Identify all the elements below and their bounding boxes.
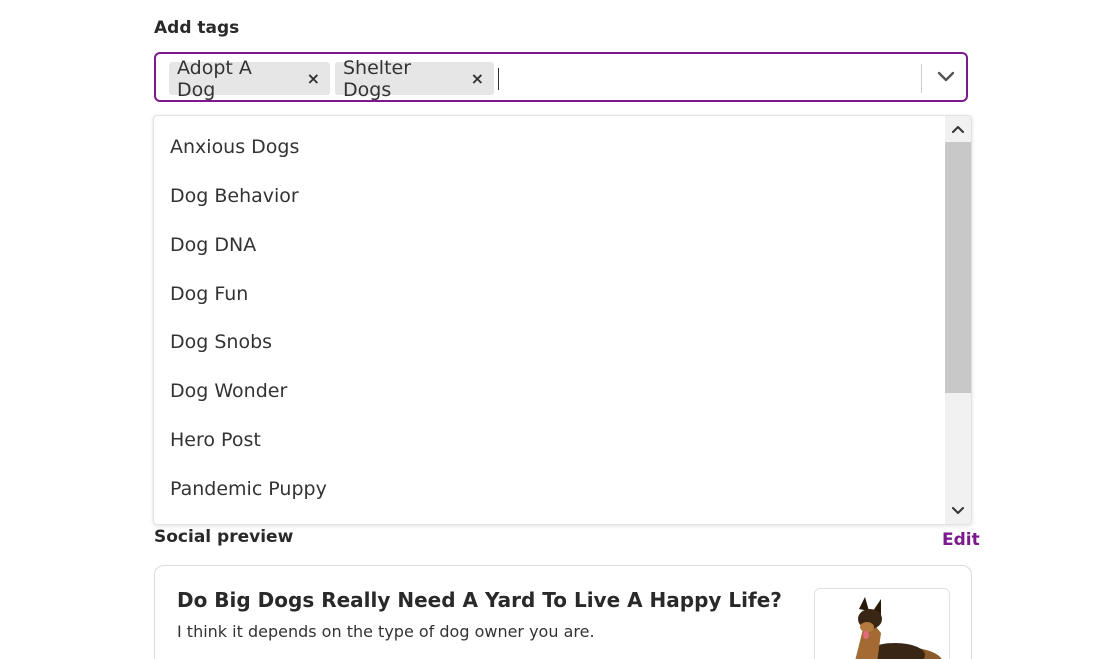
preview-description: I think it depends on the type of dog ow… (177, 622, 595, 641)
menu-option-pandemic-puppy[interactable]: Pandemic Puppy (170, 464, 940, 513)
tag-options-menu: Anxious Dogs Dog Behavior Dog DNA Dog Fu… (153, 115, 972, 525)
social-preview-label: Social preview (154, 527, 294, 547)
tag-chip-label: Adopt A Dog (177, 56, 252, 101)
remove-tag-icon[interactable]: × (453, 62, 494, 95)
dropdown-toggle-button[interactable] (926, 54, 966, 100)
text-caret (498, 68, 499, 90)
tag-editor-page: Add tags Adopt A Dog × Shelter Dogs × An… (0, 0, 1098, 659)
tag-chip-adopt-a-dog: Adopt A Dog × (169, 57, 330, 101)
edit-social-preview-link[interactable]: Edit (942, 530, 980, 550)
indicator-separator (921, 64, 922, 93)
social-preview-card: Do Big Dogs Really Need A Yard To Live A… (154, 565, 972, 659)
menu-option-dog-fun[interactable]: Dog Fun (170, 269, 940, 318)
preview-thumbnail (814, 588, 950, 659)
scrollbar-thumb[interactable] (945, 142, 971, 393)
menu-option-anxious-dogs[interactable]: Anxious Dogs (170, 122, 940, 171)
add-tags-label: Add tags (154, 18, 240, 38)
dog-image-icon (815, 589, 949, 659)
tag-chip-label: Shelter Dogs (343, 56, 412, 101)
chevron-down-icon (937, 71, 955, 82)
menu-option-dog-dna[interactable]: Dog DNA (170, 220, 940, 269)
menu-option-dog-wonder[interactable]: Dog Wonder (170, 366, 940, 415)
tag-select-input[interactable]: Adopt A Dog × Shelter Dogs × (154, 52, 968, 102)
chevron-up-icon (952, 126, 964, 133)
remove-tag-icon[interactable]: × (289, 62, 330, 95)
menu-option-dog-behavior[interactable]: Dog Behavior (170, 171, 940, 220)
scroll-down-button[interactable] (945, 498, 971, 524)
scroll-up-button[interactable] (945, 116, 971, 142)
menu-option-hero-post[interactable]: Hero Post (170, 415, 940, 464)
chevron-down-icon (952, 507, 964, 514)
menu-option-dog-snobs[interactable]: Dog Snobs (170, 317, 940, 366)
menu-scrollbar[interactable] (945, 116, 971, 524)
tag-chip-shelter-dogs: Shelter Dogs × (335, 57, 494, 101)
preview-title: Do Big Dogs Really Need A Yard To Live A… (177, 588, 782, 612)
